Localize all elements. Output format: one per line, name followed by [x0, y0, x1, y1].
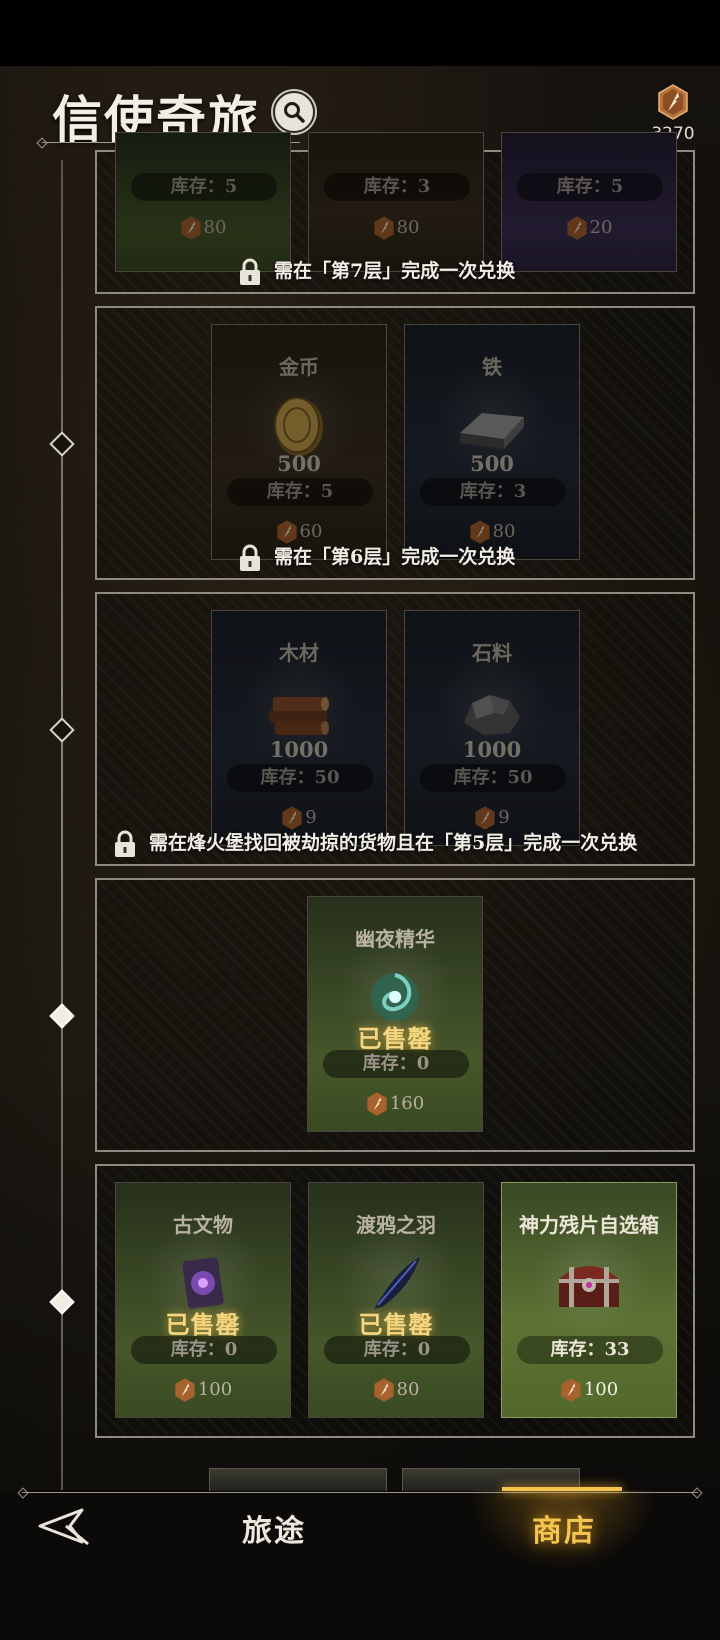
shop-item-card[interactable]: 金币 500 库存：5 60: [211, 324, 387, 560]
locked-overlay: [212, 611, 386, 845]
stock-label: 库存：33: [517, 1336, 663, 1364]
shop-item-card[interactable]: 木材 1000 库存：50 9: [211, 610, 387, 846]
lock-requirement: 需在「第7层」完成一次兑换: [0, 256, 720, 286]
stock-label: 库存：0: [324, 1336, 470, 1364]
treasure-chest-icon: [551, 1245, 627, 1321]
search-button[interactable]: [273, 91, 315, 133]
shop-item-card[interactable]: 库存：3 80: [308, 132, 484, 272]
nav-divider: [22, 1492, 698, 1493]
lock-requirement: 需在烽火堡找回被劫掠的货物且在「第5层」完成一次兑换: [0, 828, 720, 858]
locked-overlay: [405, 611, 579, 845]
feather-token-icon: [373, 1377, 395, 1403]
tab-shop[interactable]: 商店: [532, 1506, 596, 1550]
shop-item-card[interactable]: 幽夜精华 已售罄 库存：0 160: [307, 896, 483, 1132]
locked-overlay: [309, 133, 483, 271]
tier-panel: 金币 500 库存：5 60 铁 500 库存：3 80: [95, 306, 695, 580]
shop-item-card[interactable]: 库存：5 20: [501, 132, 677, 272]
locked-overlay: [502, 133, 676, 271]
search-icon: [284, 102, 305, 123]
shop-item-card[interactable]: 铁 500 库存：3 80: [404, 324, 580, 560]
back-button[interactable]: [36, 1504, 92, 1548]
lock-icon: [113, 830, 137, 858]
sold-out-label: 已售罄: [165, 1310, 241, 1339]
feather-token-icon: [174, 1377, 196, 1403]
locked-overlay: [212, 325, 386, 559]
sold-out-label: 已售罄: [358, 1310, 434, 1339]
lock-requirement: 需在「第6层」完成一次兑换: [0, 542, 720, 572]
tier-panel: 木材 1000 库存：50 9 石料 1000 库存：50 9: [95, 592, 695, 866]
feather-token-icon: [560, 1377, 582, 1403]
stock-label: 库存：0: [323, 1050, 469, 1078]
sold-out-label: 已售罄: [357, 1024, 433, 1053]
status-bar-area: [0, 0, 720, 66]
tab-journey[interactable]: 旅途: [242, 1506, 306, 1550]
tier-panel: 古文物 已售罄 库存：0 100 渡鸦之羽 已售罄 库存：0 80 神力残片自选…: [95, 1164, 695, 1438]
shop-item-card-partial[interactable]: [209, 1468, 387, 1491]
locked-overlay: [405, 325, 579, 559]
item-name: 神力残片自选箱: [519, 1213, 659, 1237]
back-arrow-icon: [38, 1508, 89, 1546]
shop-item-card[interactable]: 渡鸦之羽 已售罄 库存：0 80: [308, 1182, 484, 1418]
feather-token-icon: [657, 84, 689, 120]
shop-item-card[interactable]: 库存：5 80: [115, 132, 291, 272]
active-tab-indicator: [502, 1487, 622, 1491]
feather-token-icon: [366, 1091, 388, 1117]
shop-item-card[interactable]: 石料 1000 库存：50 9: [404, 610, 580, 846]
tier-panel: 幽夜精华 已售罄 库存：0 160: [95, 878, 695, 1152]
shop-item-card[interactable]: 古文物 已售罄 库存：0 100: [115, 1182, 291, 1418]
price-label: 100: [116, 1377, 290, 1403]
item-name: 幽夜精华: [355, 927, 435, 951]
price-label: 160: [308, 1091, 482, 1117]
shop-item-card[interactable]: 神力残片自选箱 库存：33 100: [501, 1182, 677, 1418]
stock-label: 库存：0: [131, 1336, 277, 1364]
lock-icon: [238, 544, 262, 572]
lock-icon: [238, 258, 262, 286]
item-name: 古文物: [173, 1213, 233, 1237]
price-label: 80: [309, 1377, 483, 1403]
item-name: 渡鸦之羽: [356, 1213, 436, 1237]
price-label: 100: [502, 1377, 676, 1403]
locked-overlay: [116, 133, 290, 271]
